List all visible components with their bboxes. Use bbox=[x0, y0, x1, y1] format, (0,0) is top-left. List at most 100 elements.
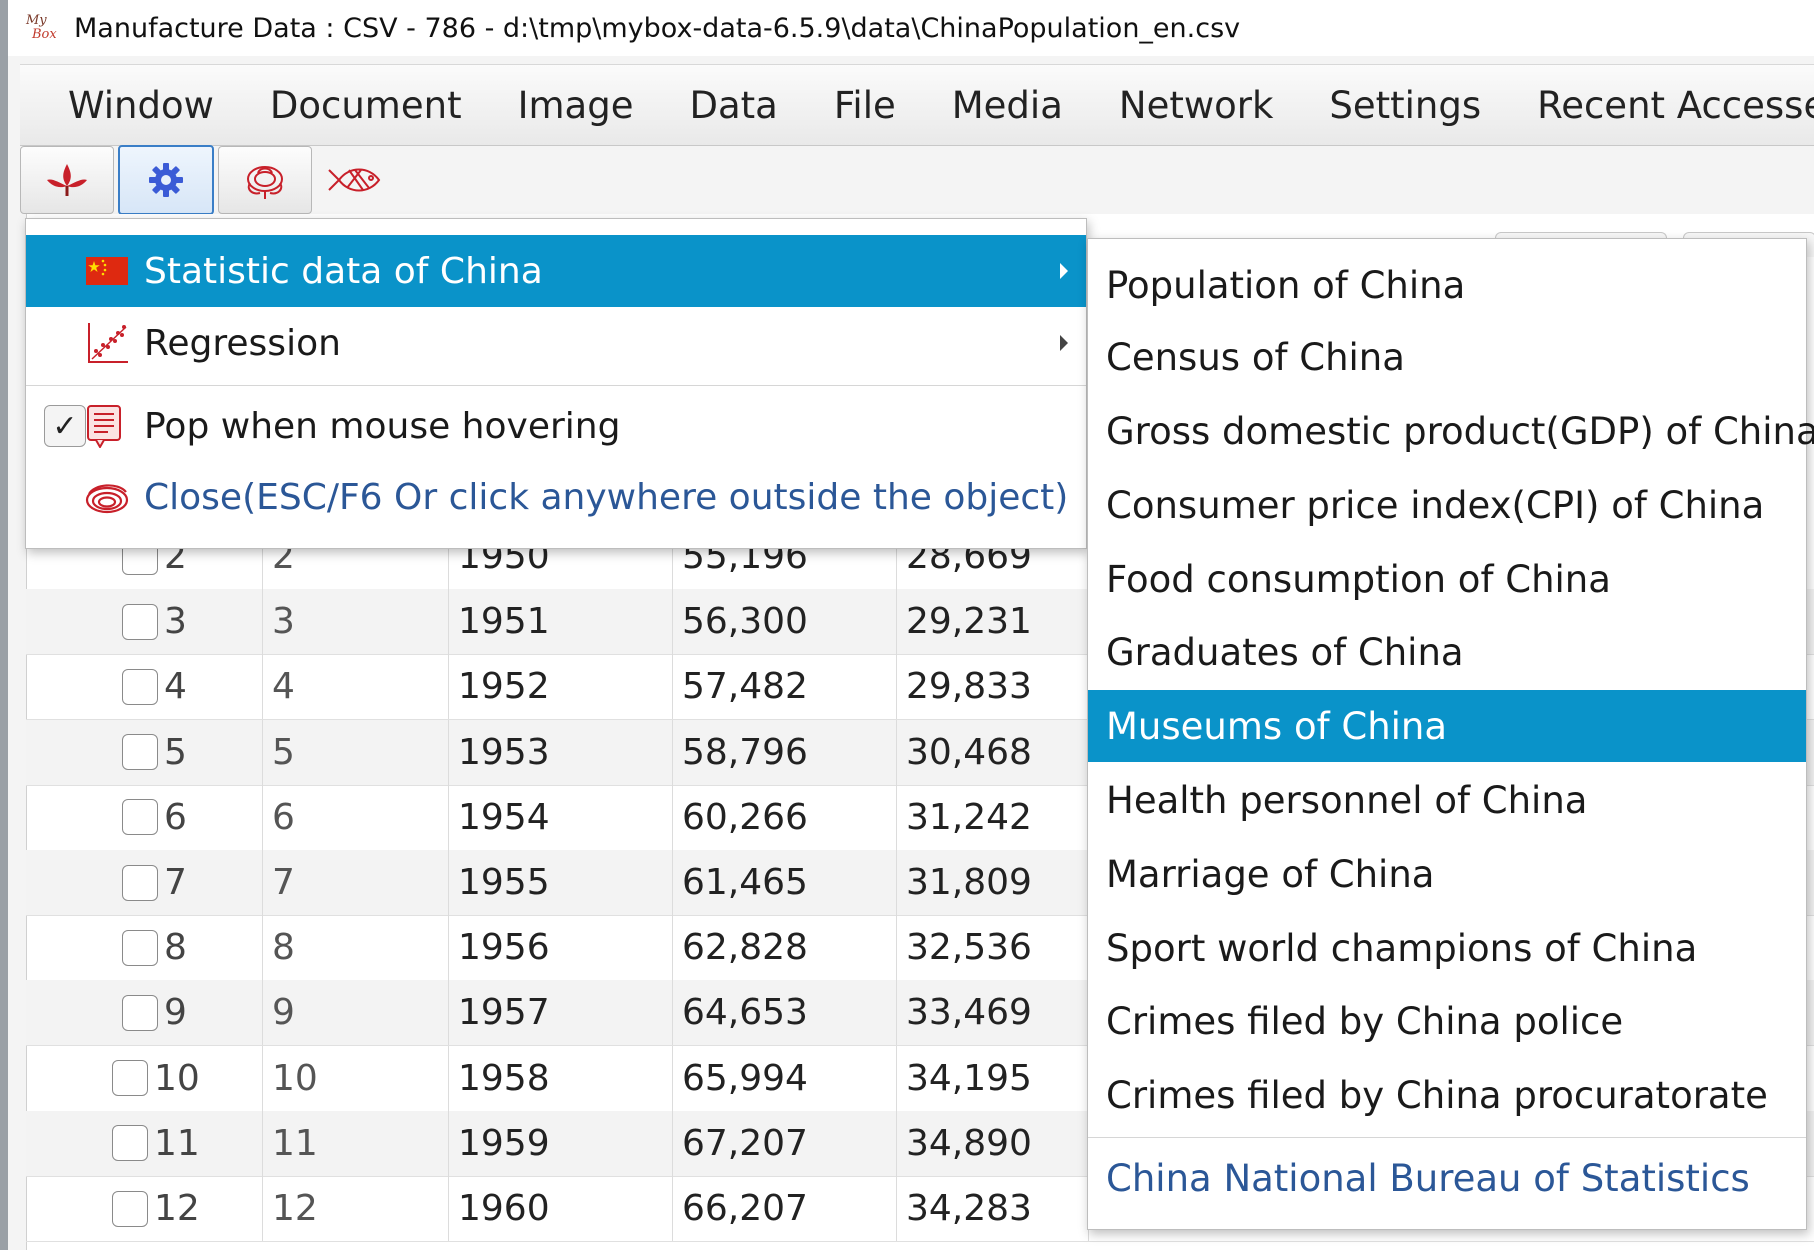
row-checkbox[interactable] bbox=[112, 1190, 148, 1227]
row-checkbox[interactable] bbox=[122, 929, 158, 966]
menu-file[interactable]: File bbox=[806, 84, 924, 127]
submenu-item-label: Marriage of China bbox=[1106, 852, 1435, 896]
fish-icon bbox=[328, 168, 381, 192]
mybox-button[interactable] bbox=[20, 146, 114, 214]
table-cell-year[interactable]: 1952 bbox=[458, 654, 550, 719]
fish-button[interactable] bbox=[316, 147, 396, 213]
table-cell-total[interactable]: 67,207 bbox=[682, 1111, 808, 1176]
column-divider bbox=[672, 654, 673, 720]
window-edge bbox=[0, 0, 8, 1250]
menu-network[interactable]: Network bbox=[1091, 84, 1302, 127]
menu-window[interactable]: Window bbox=[20, 84, 242, 127]
submenu-item-sport-champions[interactable]: Sport world champions of China bbox=[1088, 912, 1806, 984]
table-cell-male[interactable]: 33,469 bbox=[906, 980, 1032, 1045]
column-divider bbox=[262, 915, 263, 981]
submenu-item-graduates[interactable]: Graduates of China bbox=[1088, 616, 1806, 688]
table-cell-male[interactable]: 34,890 bbox=[906, 1111, 1032, 1176]
row-checkbox[interactable] bbox=[122, 994, 158, 1031]
row-checkbox[interactable] bbox=[122, 734, 158, 771]
submenu-item-census[interactable]: Census of China bbox=[1088, 321, 1806, 393]
table-cell-year[interactable]: 1956 bbox=[458, 915, 550, 980]
table-cell-total[interactable]: 60,266 bbox=[682, 785, 808, 850]
table-cell-male[interactable]: 30,468 bbox=[906, 720, 1032, 785]
submenu-item-marriage[interactable]: Marriage of China bbox=[1088, 838, 1806, 910]
table-cell-total[interactable]: 61,465 bbox=[682, 850, 808, 915]
column-divider bbox=[262, 1176, 263, 1241]
menu-item-statistic-data[interactable]: Statistic data of China bbox=[26, 235, 1086, 307]
submenu-item-gdp[interactable]: Gross domestic product(GDP) of China bbox=[1088, 395, 1814, 467]
table-cell-index[interactable]: 11 bbox=[272, 1111, 318, 1176]
table-cell-index[interactable]: 12 bbox=[272, 1176, 318, 1241]
table-cell-total[interactable]: 64,653 bbox=[682, 980, 808, 1045]
row-checkbox[interactable] bbox=[112, 1125, 148, 1162]
table-cell-year[interactable]: 1957 bbox=[458, 980, 550, 1045]
menu-document[interactable]: Document bbox=[242, 84, 490, 127]
table-cell-index[interactable]: 3 bbox=[272, 589, 295, 654]
column-divider bbox=[448, 1176, 449, 1241]
table-cell-total[interactable]: 62,828 bbox=[682, 915, 808, 980]
table-cell-index[interactable]: 5 bbox=[272, 720, 295, 785]
submenu-arrow-icon bbox=[1060, 263, 1068, 279]
row-checkbox[interactable] bbox=[122, 668, 158, 705]
table-cell-year[interactable]: 1953 bbox=[458, 720, 550, 785]
table-cell-index[interactable]: 8 bbox=[272, 915, 295, 980]
menu-item-pop-when-hovering[interactable]: ✓ Pop when mouse hovering bbox=[26, 390, 1086, 462]
menu-settings[interactable]: Settings bbox=[1301, 84, 1509, 127]
submenu-item-crimes-police[interactable]: Crimes filed by China police bbox=[1088, 985, 1806, 1057]
table-cell-index[interactable]: 7 bbox=[272, 850, 295, 915]
submenu-item-population[interactable]: Population of China bbox=[1088, 249, 1806, 321]
table-cell-index[interactable]: 4 bbox=[272, 654, 295, 719]
table-cell-index[interactable]: 10 bbox=[272, 1046, 318, 1111]
submenu-item-label: Graduates of China bbox=[1106, 630, 1464, 674]
table-cell-male[interactable]: 31,809 bbox=[906, 850, 1032, 915]
table-cell-male[interactable]: 29,231 bbox=[906, 589, 1032, 654]
menu-image[interactable]: Image bbox=[490, 84, 662, 127]
column-divider bbox=[448, 784, 449, 850]
table-cell-index[interactable]: 9 bbox=[272, 980, 295, 1045]
submenu-item-label: Population of China bbox=[1106, 263, 1466, 307]
submenu-item-crimes-procuratorate[interactable]: Crimes filed by China procuratorate bbox=[1088, 1059, 1806, 1131]
column-divider bbox=[262, 719, 263, 785]
menu-item-close[interactable]: Close(ESC/F6 Or click anywhere outside t… bbox=[26, 461, 1086, 533]
table-cell-total[interactable]: 58,796 bbox=[682, 720, 808, 785]
submenu-item-museums[interactable]: Museums of China bbox=[1088, 690, 1806, 762]
table-cell-year[interactable]: 1958 bbox=[458, 1046, 550, 1111]
row-checkbox[interactable] bbox=[122, 799, 158, 836]
menu-item-regression[interactable]: Regression bbox=[26, 307, 1086, 379]
submenu-item-cpi[interactable]: Consumer price index(CPI) of China bbox=[1088, 469, 1806, 541]
table-cell-year[interactable]: 1955 bbox=[458, 850, 550, 915]
table-cell-male[interactable]: 29,833 bbox=[906, 654, 1032, 719]
table-cell-year[interactable]: 1954 bbox=[458, 785, 550, 850]
row-checkbox[interactable] bbox=[122, 864, 158, 901]
submenu-item-health-personnel[interactable]: Health personnel of China bbox=[1088, 764, 1806, 836]
table-cell-total[interactable]: 56,300 bbox=[682, 589, 808, 654]
table-cell-total[interactable]: 66,207 bbox=[682, 1176, 808, 1241]
table-cell-total[interactable]: 57,482 bbox=[682, 654, 808, 719]
menu-media[interactable]: Media bbox=[924, 84, 1091, 127]
table-cell-year[interactable]: 1959 bbox=[458, 1111, 550, 1176]
column-divider bbox=[672, 980, 673, 1046]
menu-recent-accessed[interactable]: Recent Accessed bbox=[1509, 84, 1814, 127]
column-divider bbox=[448, 915, 449, 981]
pop-hover-checkbox[interactable]: ✓ bbox=[44, 405, 86, 447]
table-cell-male[interactable]: 34,195 bbox=[906, 1046, 1032, 1111]
table-cell-male[interactable]: 32,536 bbox=[906, 915, 1032, 980]
table-cell-total[interactable]: 65,994 bbox=[682, 1046, 808, 1111]
submenu-item-bureau-link[interactable]: China National Bureau of Statistics bbox=[1088, 1142, 1806, 1214]
peony-button[interactable] bbox=[218, 146, 312, 214]
submenu-item-label: Gross domestic product(GDP) of China bbox=[1106, 409, 1814, 453]
column-divider bbox=[262, 980, 263, 1046]
table-cell-male[interactable]: 31,242 bbox=[906, 785, 1032, 850]
table-cell-male[interactable]: 34,283 bbox=[906, 1176, 1032, 1241]
row-number: 9 bbox=[164, 992, 187, 1034]
row-checkbox[interactable] bbox=[122, 603, 158, 640]
table-cell-year[interactable]: 1960 bbox=[458, 1176, 550, 1241]
menu-data[interactable]: Data bbox=[661, 84, 805, 127]
row-select-cell: 8 bbox=[122, 915, 187, 980]
column-divider bbox=[448, 719, 449, 785]
table-cell-index[interactable]: 6 bbox=[272, 785, 295, 850]
settings-button[interactable] bbox=[118, 145, 214, 215]
submenu-item-food-consumption[interactable]: Food consumption of China bbox=[1088, 543, 1806, 615]
table-cell-year[interactable]: 1951 bbox=[458, 589, 550, 654]
row-checkbox[interactable] bbox=[112, 1060, 148, 1097]
